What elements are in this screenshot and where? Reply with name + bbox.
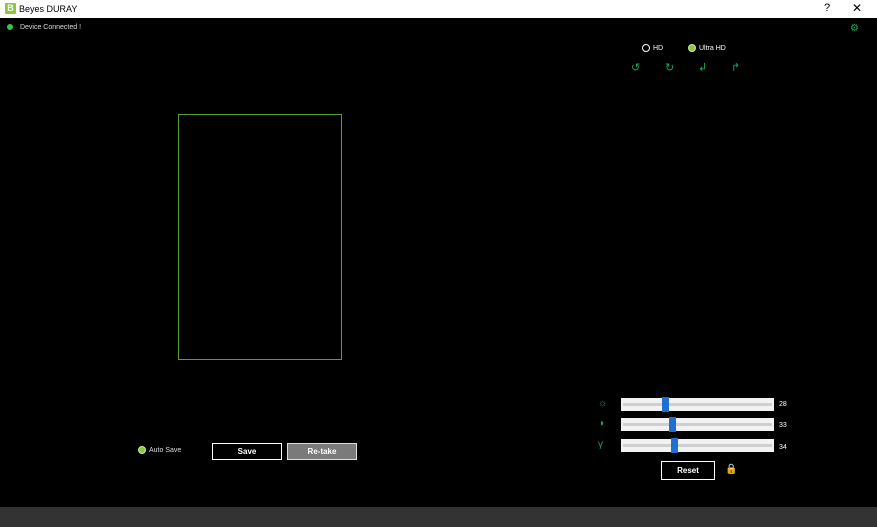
brightness-slider-thumb[interactable] [662, 397, 669, 412]
settings-gear-icon[interactable]: ⚙ [850, 23, 859, 34]
gamma-icon: γ [598, 439, 603, 450]
rotate-right-icon[interactable]: ↻ [665, 61, 674, 74]
reset-button[interactable]: Reset [661, 461, 715, 480]
brightness-value: 28 [779, 401, 787, 408]
status-indicator-icon [7, 24, 13, 31]
gamma-value: 34 [779, 444, 787, 451]
brightness-slider[interactable] [621, 397, 774, 412]
brightness-icon: ☼ [598, 398, 608, 409]
contrast-slider[interactable] [621, 417, 774, 432]
rotate-left-icon[interactable]: ↺ [631, 61, 640, 74]
contrast-icon: ◑ [598, 418, 605, 429]
app-logo-icon: B [5, 3, 16, 14]
retake-button[interactable]: Re-take [287, 443, 357, 460]
auto-save-label: Auto Save [149, 446, 182, 454]
status-text: Device Connected ! [19, 24, 82, 31]
lock-icon[interactable]: 🔒 [725, 464, 737, 475]
device-status: Device Connected ! [7, 24, 81, 31]
contrast-value: 33 [779, 422, 787, 429]
resolution-hd-label: HD [653, 44, 664, 52]
close-button[interactable]: ✕ [852, 1, 862, 15]
capture-frame [178, 114, 342, 360]
gamma-slider[interactable] [621, 438, 774, 453]
radio-unchecked-icon [642, 44, 650, 52]
flip-vertical-icon[interactable]: ↱ [731, 61, 740, 74]
gamma-slider-thumb[interactable] [671, 438, 678, 453]
auto-save-checked-icon [138, 446, 146, 454]
radio-checked-icon [688, 44, 696, 52]
flip-horizontal-icon[interactable]: ↲ [698, 61, 707, 74]
title-bar: B Beyes DURAY ? ✕ [0, 0, 877, 18]
auto-save-toggle[interactable]: Auto Save [138, 446, 181, 454]
save-button[interactable]: Save [212, 443, 282, 460]
help-button[interactable]: ? [824, 2, 830, 14]
contrast-slider-thumb[interactable] [669, 417, 676, 432]
app-title: Beyes DURAY [19, 4, 78, 14]
bottom-bar [0, 507, 877, 527]
resolution-ultrahd-label: Ultra HD [699, 44, 726, 52]
resolution-hd-radio[interactable]: HD [642, 44, 663, 52]
resolution-ultrahd-radio[interactable]: Ultra HD [688, 44, 726, 52]
